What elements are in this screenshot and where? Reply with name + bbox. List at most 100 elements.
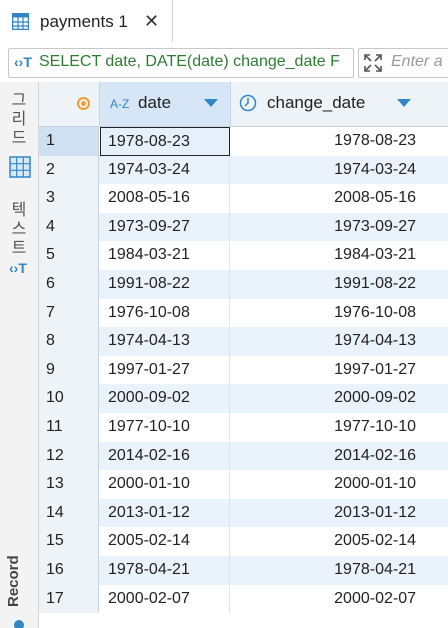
result-grid: A-Z date change_date 1 1978-08-23 1978-08-… xyxy=(39,82,448,628)
cell-date[interactable]: 1976-10-08 xyxy=(100,298,230,328)
column-label-date: date xyxy=(138,93,172,112)
column-header-change-date[interactable]: change_date xyxy=(231,82,448,126)
record-icon[interactable] xyxy=(14,620,24,628)
column-label-change-date: change_date xyxy=(267,93,366,112)
cell-date[interactable]: 1978-08-23 xyxy=(100,127,230,156)
results-viewer: payments 1 ✕ ‹›T SELECT date, DATE(date)… xyxy=(0,0,448,628)
table-row[interactable]: 13 2000-01-10 2000-01-10 xyxy=(39,470,448,499)
expand-icon[interactable] xyxy=(363,53,383,73)
cell-change-date[interactable]: 2000-01-10 xyxy=(231,470,418,499)
grid-header: A-Z date change_date xyxy=(39,82,448,127)
editor-tab-bar: payments 1 ✕ xyxy=(0,0,448,43)
table-row[interactable]: 1 1978-08-23 1978-08-23 xyxy=(39,127,448,156)
table-row[interactable]: 16 1978-04-21 1978-04-21 xyxy=(39,555,448,585)
cell-date[interactable]: 2000-02-07 xyxy=(100,584,230,614)
cell-date[interactable]: 1974-04-13 xyxy=(100,327,230,356)
cell-change-date[interactable]: 1973-09-27 xyxy=(231,213,418,242)
cell-date[interactable]: 1984-03-21 xyxy=(100,241,230,270)
chevron-down-icon[interactable] xyxy=(397,99,411,107)
cell-change-date[interactable]: 2013-01-12 xyxy=(231,499,418,528)
row-number[interactable]: 1 xyxy=(39,127,99,156)
cell-change-date[interactable]: 2000-02-07 xyxy=(231,585,418,614)
table-row[interactable]: 5 1984-03-21 1984-03-21 xyxy=(39,241,448,270)
cell-date[interactable]: 2000-01-10 xyxy=(100,470,230,499)
table-icon xyxy=(12,13,29,30)
cell-date[interactable]: 2014-02-16 xyxy=(100,441,230,471)
select-all-icon[interactable] xyxy=(77,97,90,110)
table-row[interactable]: 14 2013-01-12 2013-01-12 xyxy=(39,498,448,528)
cell-date[interactable]: 1991-08-22 xyxy=(100,269,230,299)
table-row[interactable]: 12 2014-02-16 2014-02-16 xyxy=(39,441,448,471)
row-number[interactable]: 7 xyxy=(39,298,99,328)
chevron-down-icon[interactable] xyxy=(204,99,218,107)
cell-change-date[interactable]: 1976-10-08 xyxy=(231,299,418,328)
close-icon[interactable]: ✕ xyxy=(144,11,159,32)
cell-date[interactable]: 1977-10-10 xyxy=(100,412,230,442)
cell-date[interactable]: 2013-01-12 xyxy=(100,498,230,528)
table-row[interactable]: 17 2000-02-07 2000-02-07 xyxy=(39,584,448,614)
table-row[interactable]: 3 2008-05-16 2008-05-16 xyxy=(39,184,448,213)
clock-icon xyxy=(239,94,257,112)
cell-change-date[interactable]: 1991-08-22 xyxy=(231,270,418,299)
row-number[interactable]: 8 xyxy=(39,327,99,356)
sql-query-text: SELECT date, DATE(date) change_date F xyxy=(39,53,340,70)
cell-change-date[interactable]: 2005-02-14 xyxy=(231,527,418,556)
filter-placeholder: Enter a xyxy=(391,53,443,70)
tab-payments-1[interactable]: payments 1 ✕ xyxy=(0,0,173,42)
cell-change-date[interactable]: 1978-04-21 xyxy=(231,556,418,585)
grid-view-label[interactable]: 그리드 xyxy=(8,90,30,147)
column-header-date[interactable]: A-Z date xyxy=(100,82,231,126)
row-number[interactable]: 4 xyxy=(39,212,99,242)
sql-query-field[interactable]: ‹›T SELECT date, DATE(date) change_date … xyxy=(8,48,354,78)
cell-change-date[interactable]: 1974-03-24 xyxy=(231,156,418,185)
row-number[interactable]: 9 xyxy=(39,355,99,385)
row-number[interactable]: 14 xyxy=(39,498,99,528)
row-number[interactable]: 2 xyxy=(39,155,99,185)
grid-icon[interactable] xyxy=(9,156,31,178)
table-row[interactable]: 9 1997-01-27 1997-01-27 xyxy=(39,355,448,385)
text-view-label-text: 텍스트 xyxy=(11,200,27,257)
row-number[interactable]: 17 xyxy=(39,584,99,614)
table-row[interactable]: 8 1974-04-13 1974-04-13 xyxy=(39,327,448,356)
filter-input[interactable]: Enter a xyxy=(358,48,448,78)
string-type-icon: A-Z xyxy=(110,97,130,111)
cell-date[interactable]: 2000-09-02 xyxy=(100,384,230,413)
table-row[interactable]: 7 1976-10-08 1976-10-08 xyxy=(39,298,448,328)
cell-change-date[interactable]: 2000-09-02 xyxy=(231,384,418,413)
row-number[interactable]: 16 xyxy=(39,555,99,585)
row-number[interactable]: 15 xyxy=(39,527,99,556)
text-mode-icon[interactable]: ‹›T xyxy=(9,260,27,276)
row-number[interactable]: 5 xyxy=(39,241,99,270)
cell-date[interactable]: 1978-04-21 xyxy=(100,555,230,585)
table-row[interactable]: 10 2000-09-02 2000-09-02 xyxy=(39,384,448,413)
cell-date[interactable]: 2005-02-14 xyxy=(100,527,230,556)
table-row[interactable]: 15 2005-02-14 2005-02-14 xyxy=(39,527,448,556)
table-row[interactable]: 11 1977-10-10 1977-10-10 xyxy=(39,412,448,442)
cell-change-date[interactable]: 1997-01-27 xyxy=(231,356,418,385)
row-number[interactable]: 3 xyxy=(39,184,99,213)
row-number[interactable]: 6 xyxy=(39,269,99,299)
cell-change-date[interactable]: 2008-05-16 xyxy=(231,184,418,213)
table-row[interactable]: 2 1974-03-24 1974-03-24 xyxy=(39,155,448,185)
row-number[interactable]: 10 xyxy=(39,384,99,413)
table-row[interactable]: 6 1991-08-22 1991-08-22 xyxy=(39,269,448,299)
cell-date[interactable]: 1974-03-24 xyxy=(100,155,230,185)
sql-icon: ‹›T xyxy=(14,54,32,70)
cell-date[interactable]: 2008-05-16 xyxy=(100,184,230,213)
cell-change-date[interactable]: 1974-04-13 xyxy=(231,327,418,356)
row-number[interactable]: 12 xyxy=(39,441,99,471)
cell-change-date[interactable]: 1984-03-21 xyxy=(231,241,418,270)
cell-change-date[interactable]: 2014-02-16 xyxy=(231,442,418,471)
cell-change-date[interactable]: 1978-08-23 xyxy=(231,127,418,156)
table-row[interactable]: 4 1973-09-27 1973-09-27 xyxy=(39,212,448,242)
cell-change-date[interactable]: 1977-10-10 xyxy=(231,413,418,442)
grid-view-label-text: 그리드 xyxy=(11,90,27,147)
record-mode-label[interactable]: Record xyxy=(5,555,22,607)
row-number-header[interactable] xyxy=(39,82,100,126)
row-number[interactable]: 11 xyxy=(39,412,99,442)
query-bar: ‹›T SELECT date, DATE(date) change_date … xyxy=(0,42,448,83)
cell-date[interactable]: 1973-09-27 xyxy=(100,212,230,242)
row-number[interactable]: 13 xyxy=(39,470,99,499)
text-view-label[interactable]: 텍스트 xyxy=(8,200,30,257)
cell-date[interactable]: 1997-01-27 xyxy=(100,355,230,385)
